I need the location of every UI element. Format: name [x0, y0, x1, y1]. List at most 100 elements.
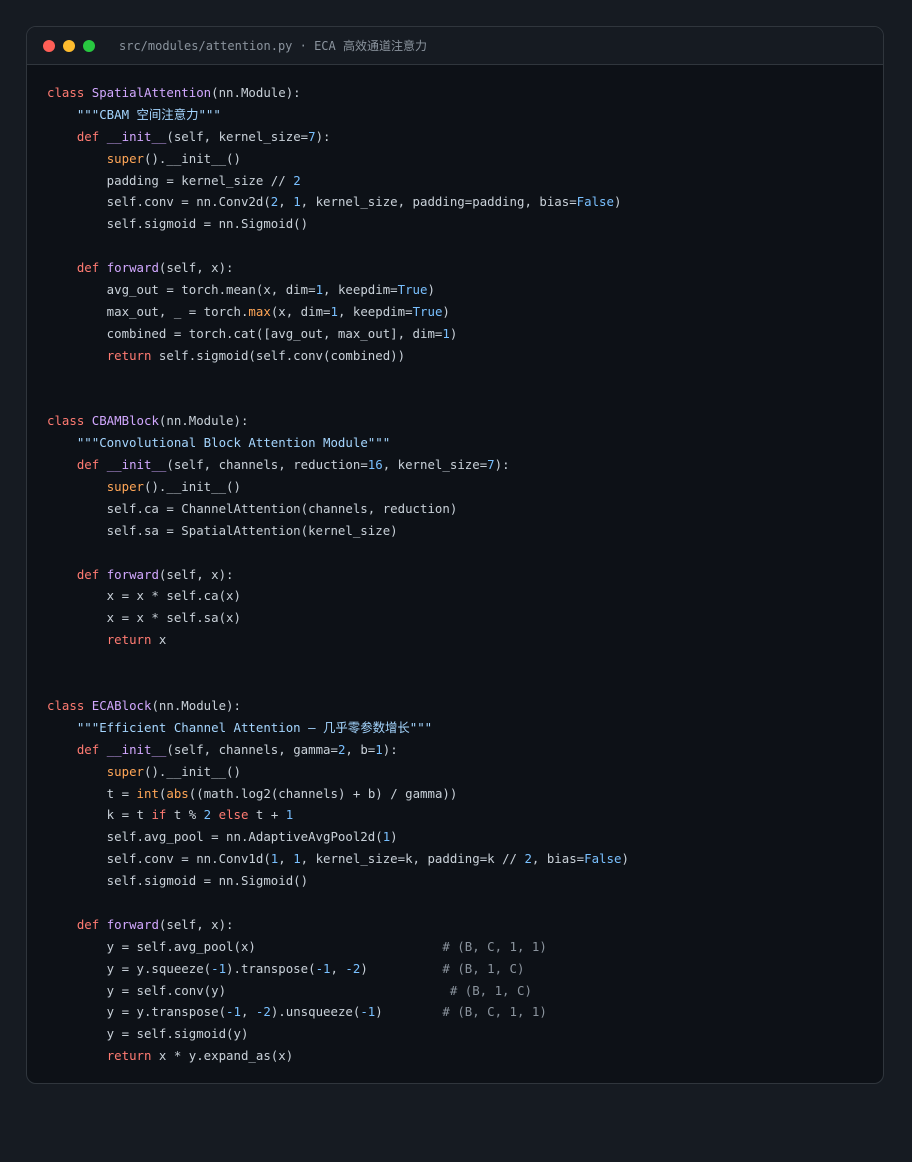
code-token: class — [47, 85, 92, 100]
code-line: return x — [47, 629, 883, 651]
code-token: t % — [173, 807, 204, 823]
maximize-window-button[interactable] — [83, 39, 95, 52]
code-token: t = — [47, 785, 137, 801]
code-line: padding = kernel_size // 2 — [47, 170, 883, 192]
code-token: """CBAM 空间注意力""" — [76, 106, 221, 122]
code-token: self.ca = ChannelAttention(channels, red… — [47, 500, 458, 516]
code-line: max_out, _ = torch.max(x, dim=1, keepdim… — [47, 301, 883, 323]
code-token: True — [397, 282, 428, 298]
code-token: -2 — [345, 960, 361, 976]
code-line: return self.sigmoid(self.conv(combined)) — [47, 345, 883, 367]
minimize-window-button[interactable] — [63, 39, 75, 52]
code-token: (self, channels, reduction= — [166, 457, 368, 473]
code-token: # (B, C, 1, 1) — [442, 1004, 547, 1020]
code-token: self.sigmoid = nn.Sigmoid() — [47, 216, 309, 232]
code-line: self.ca = ChannelAttention(channels, red… — [47, 498, 883, 520]
code-token: , — [330, 960, 346, 976]
code-token: super — [106, 150, 144, 166]
code-token: t + — [255, 807, 286, 823]
code-token: def — [76, 457, 107, 473]
code-token: max_out, _ = torch. — [47, 303, 249, 319]
code-token: self.sa = SpatialAttention(kernel_size) — [47, 522, 398, 538]
code-token: ) — [613, 194, 622, 210]
code-token: 16 — [367, 457, 383, 473]
code-line: class CBAMBlock(nn.Module): — [47, 410, 883, 432]
code-token: , keepdim= — [323, 282, 398, 298]
code-line: self.conv = nn.Conv2d(2, 1, kernel_size,… — [47, 191, 883, 213]
code-token: # (B, 1, C) — [442, 960, 525, 976]
code-line: return x * y.expand_as(x) — [47, 1045, 883, 1067]
code-line: x = x * self.sa(x) — [47, 607, 883, 629]
code-token: def — [76, 128, 107, 144]
code-token: , keepdim= — [337, 303, 413, 319]
code-token: (nn.Module): — [211, 85, 301, 100]
code-token: , bias= — [531, 851, 585, 867]
code-line: def __init__(self, channels, gamma=2, b=… — [47, 739, 883, 761]
code-token: y = y.squeeze( — [47, 960, 212, 976]
code-line: y = self.conv(y) # (B, 1, C) — [47, 980, 883, 1002]
code-token: super — [106, 763, 144, 779]
code-line: super().__init__() — [47, 761, 883, 783]
code-editor[interactable]: class SpatialAttention(nn.Module): """CB… — [27, 65, 883, 1067]
code-token: -1 — [360, 1004, 376, 1020]
code-token: ): — [382, 741, 398, 757]
code-line: y = y.transpose(-1, -2).unsqueeze(-1) # … — [47, 1001, 883, 1023]
code-token: forward — [106, 260, 159, 276]
code-token: x = x * self.ca(x) — [47, 588, 241, 604]
code-token: y = self.avg_pool(x) — [47, 938, 443, 954]
code-token: (self, x): — [158, 916, 234, 932]
code-token: __init__ — [106, 128, 167, 144]
code-token: 1 — [285, 807, 294, 823]
code-line: y = y.squeeze(-1).transpose(-1, -2) # (B… — [47, 958, 883, 980]
code-line: k = t if t % 2 else t + 1 — [47, 804, 883, 826]
code-line: """Convolutional Block Attention Module"… — [47, 432, 883, 454]
code-token: x * y.expand_as(x) — [158, 1048, 294, 1064]
code-token: 1 — [293, 194, 301, 210]
code-token: forward — [106, 916, 159, 932]
code-token: self.sigmoid = nn.Sigmoid() — [47, 873, 309, 889]
code-token: """Convolutional Block Attention Module"… — [76, 435, 391, 451]
code-line: self.sigmoid = nn.Sigmoid() — [47, 870, 883, 892]
code-token: (self, channels, gamma= — [166, 741, 338, 757]
code-token: ().__init__() — [144, 479, 241, 495]
code-token: (self, kernel_size= — [166, 128, 309, 144]
code-token: ().__init__() — [144, 763, 241, 779]
close-window-button[interactable] — [43, 39, 55, 52]
code-token: ECABlock — [91, 697, 152, 713]
code-token: 2 — [524, 851, 532, 867]
code-line: class SpatialAttention(nn.Module): — [47, 82, 883, 104]
code-token: return — [106, 632, 159, 648]
code-token: x = x * self.sa(x) — [47, 610, 241, 626]
code-token: -2 — [255, 1004, 271, 1020]
code-line: super().__init__() — [47, 476, 883, 498]
code-token: 2 — [293, 172, 301, 188]
code-token: ().__init__() — [144, 150, 241, 166]
code-token: super — [106, 479, 144, 495]
code-token: ): — [494, 457, 510, 473]
code-token: self.conv = nn.Conv1d( — [47, 851, 271, 867]
code-token: __init__ — [106, 457, 167, 473]
code-token: , kernel_size=k, padding=k // — [300, 851, 525, 867]
code-line: avg_out = torch.mean(x, dim=1, keepdim=T… — [47, 279, 883, 301]
code-token: max — [248, 303, 271, 319]
code-token: if — [151, 807, 174, 823]
code-token: def — [76, 566, 107, 582]
code-line: y = self.avg_pool(x) # (B, C, 1, 1) — [47, 936, 883, 958]
code-token: y = self.sigmoid(y) — [47, 1026, 249, 1042]
code-token: (nn.Module): — [158, 413, 249, 429]
code-line: def forward(self, x): — [47, 257, 883, 279]
code-token: # (B, 1, C) — [449, 982, 532, 998]
